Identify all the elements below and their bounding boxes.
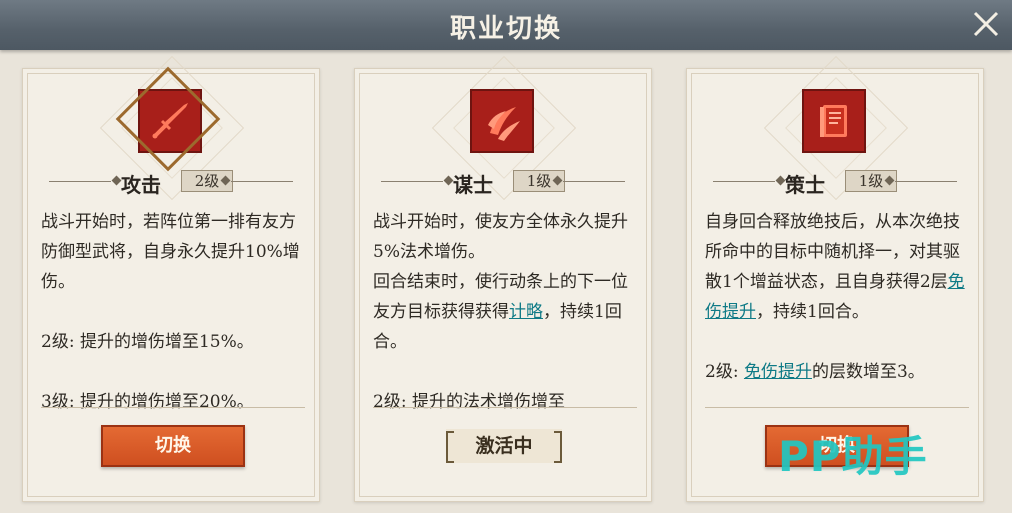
class-title-row: 策士 1级 (687, 169, 983, 197)
class-name: 策士 (785, 173, 825, 197)
claw-icon (472, 91, 532, 151)
switch-button-attack[interactable]: 切换 (101, 425, 245, 467)
divider (41, 407, 305, 408)
divider (373, 407, 637, 408)
class-title-row: 谋士 1级 (355, 169, 651, 197)
class-description: 战斗开始时，若阵位第一排有友方防御型武将，自身永久提升10%增伤。 2级: 提升… (41, 212, 300, 412)
book-icon (804, 91, 864, 151)
class-card-attack[interactable]: 攻击 2级 战斗开始时，若阵位第一排有友方防御型武将，自身永久提升10%增伤。 … (22, 55, 320, 502)
class-description: 自身回合释放绝技后，从本次绝技所命中的目标中随机择一，对其驱散1个增益状态，且自… (705, 212, 965, 382)
header-bar: 职业切换 (0, 0, 1012, 50)
active-status-label: 激活中 (446, 429, 562, 463)
class-card-strategist[interactable]: 谋士 1级 战斗开始时，使友方全体永久提升5%法术增伤。 回合结束时，使行动条上… (354, 55, 652, 502)
class-name: 谋士 (453, 173, 493, 197)
page-title: 职业切换 (449, 14, 562, 44)
class-title-row: 攻击 2级 (23, 169, 319, 197)
class-name: 攻击 (121, 173, 161, 197)
keyword-link[interactable]: 计略 (509, 302, 543, 322)
class-description: 战斗开始时，使友方全体永久提升5%法术增伤。 回合结束时，使行动条上的下一位友方… (373, 212, 628, 412)
close-icon[interactable] (970, 8, 1002, 40)
divider (705, 407, 969, 408)
sword-icon (140, 91, 200, 151)
watermark-logo: PP助手 (778, 432, 928, 481)
keyword-link[interactable]: 免伤提升 (744, 362, 812, 382)
